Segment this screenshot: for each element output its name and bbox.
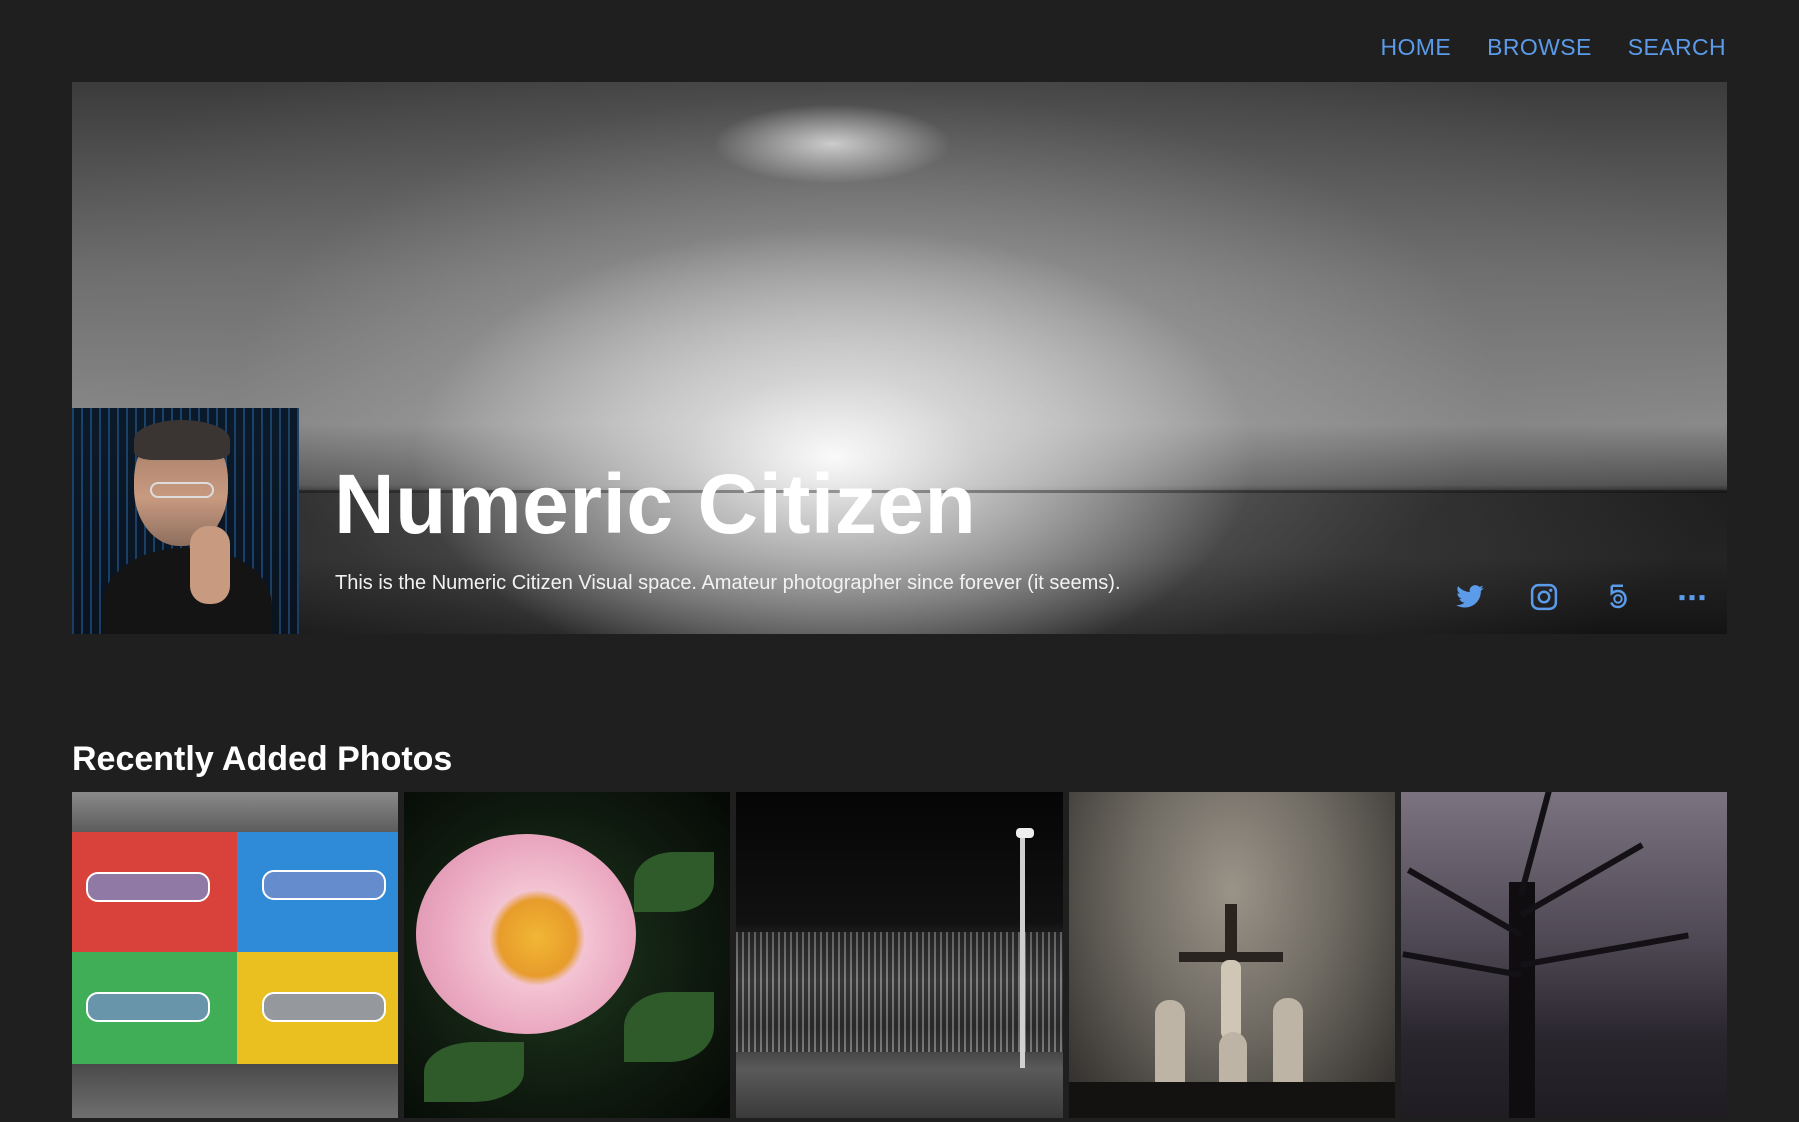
photo-sky: [72, 792, 399, 832]
tree-branch: [1517, 792, 1553, 896]
photo-ground: [72, 1064, 399, 1118]
tree-branch: [1520, 932, 1689, 968]
recent-photos-grid: [72, 792, 1728, 1118]
avatar-glasses: [150, 482, 214, 498]
statue-right: [1272, 998, 1303, 1088]
leaf: [424, 1042, 525, 1102]
graffiti-tag: [262, 992, 386, 1022]
instagram-icon[interactable]: [1529, 582, 1559, 612]
avatar-hair: [134, 420, 230, 460]
more-icon[interactable]: [1677, 582, 1707, 612]
photo-thumbnail-graffiti[interactable]: [72, 792, 399, 1118]
leaf: [634, 852, 715, 912]
hero-banner: Numeric Citizen This is the Numeric Citi…: [72, 82, 1727, 634]
social-links: [1455, 582, 1707, 612]
top-nav: HOME BROWSE SEARCH: [1380, 34, 1726, 61]
leaf: [624, 992, 715, 1062]
site-subtitle: This is the Numeric Citizen Visual space…: [335, 572, 1121, 594]
peony-flower: [416, 834, 637, 1034]
photo-thumbnail-night-trees[interactable]: [736, 792, 1063, 1118]
graffiti-tag: [86, 992, 210, 1022]
tree-branch: [1406, 867, 1523, 938]
crucifix-figure: [1220, 960, 1241, 1040]
avatar-hand: [190, 526, 230, 604]
photo-thumbnail-crucifix[interactable]: [1068, 792, 1395, 1118]
avatar-body: [102, 548, 272, 634]
photo-thumbnail-peony[interactable]: [404, 792, 731, 1118]
photo-ground: [1068, 1082, 1395, 1118]
graffiti-tag: [86, 872, 210, 902]
lamp-pole: [1020, 832, 1026, 1068]
nav-search-link[interactable]: SEARCH: [1628, 34, 1726, 61]
tree-branch: [1402, 951, 1522, 978]
nav-home-link[interactable]: HOME: [1380, 34, 1451, 61]
lamp-head: [1016, 828, 1035, 838]
500px-icon[interactable]: [1603, 582, 1633, 612]
hedge-trees: [736, 932, 1063, 1052]
avatar[interactable]: [72, 408, 299, 634]
nav-browse-link[interactable]: BROWSE: [1487, 34, 1592, 61]
page: HOME BROWSE SEARCH Numeric Citizen This …: [0, 0, 1799, 1122]
recent-photos-heading: Recently Added Photos: [72, 740, 453, 778]
graffiti-tag: [262, 870, 386, 900]
statue-left: [1154, 1000, 1185, 1090]
tree-branch: [1519, 842, 1644, 918]
photo-thumbnail-bare-tree[interactable]: [1400, 792, 1728, 1118]
site-title: Numeric Citizen: [334, 457, 977, 551]
twitter-icon[interactable]: [1455, 582, 1485, 612]
hero-cloud: [712, 104, 952, 184]
